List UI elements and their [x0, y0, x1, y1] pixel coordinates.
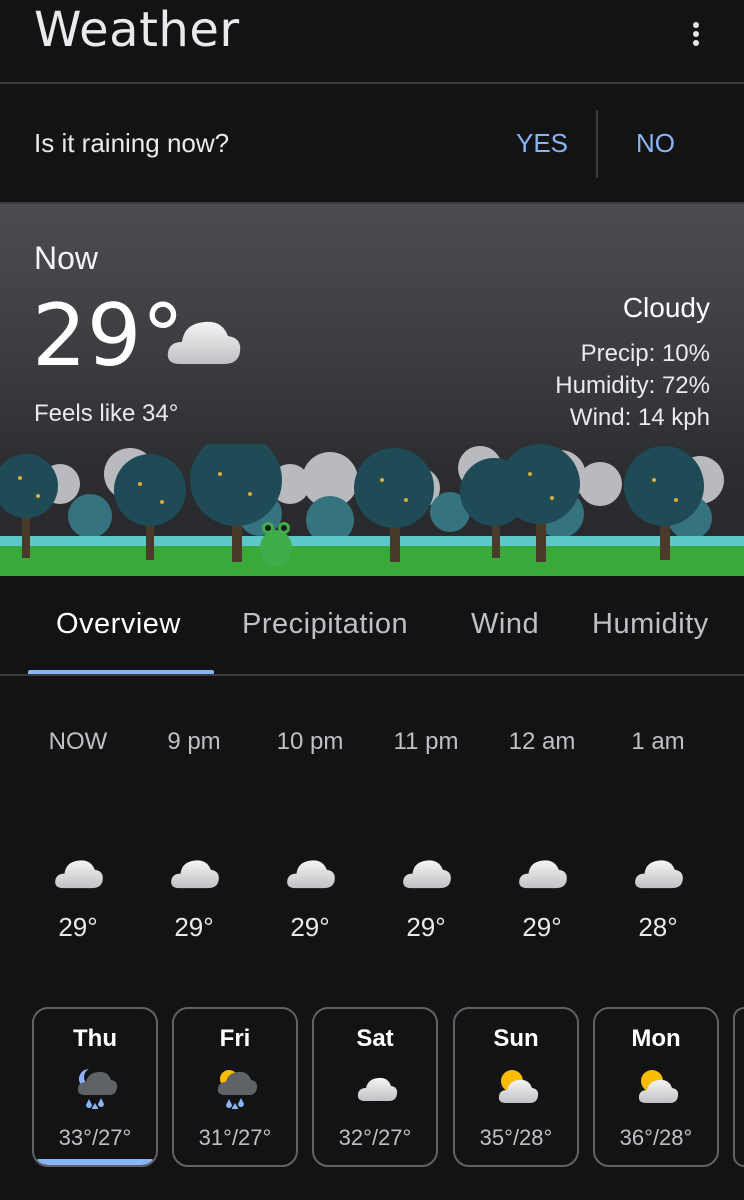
rain-question: Is it raining now?: [34, 128, 230, 158]
condition-text: Cloudy: [622, 292, 710, 323]
cloudy-icon: [355, 1065, 399, 1114]
hour-time: NOW: [48, 728, 108, 755]
tab-precipitation[interactable]: Precipitation: [242, 608, 408, 641]
hour-time: 9 pm: [167, 728, 221, 755]
day-name: Sun: [493, 1025, 539, 1052]
partly-sunny-icon: [496, 1065, 540, 1114]
partly-sunny-rain-icon: [215, 1065, 259, 1114]
cloudy-icon: [170, 855, 220, 896]
cloudy-icon: [402, 855, 452, 896]
cloudy-icon: [634, 855, 684, 896]
divider: [596, 110, 598, 178]
day-temp-range: 35°/28°: [479, 1125, 553, 1150]
hour-temp: 28°: [638, 912, 678, 942]
hour-time: 1 am: [631, 728, 685, 755]
feels-like: Feels like 34°: [34, 400, 179, 427]
day-card-sun[interactable]: Sun 35°/28°: [453, 1007, 579, 1167]
more-options-icon[interactable]: [686, 22, 706, 52]
cloudy-icon: [518, 855, 568, 896]
app-title: Weather: [34, 2, 240, 58]
hour-temp: 29°: [58, 912, 98, 942]
day-name: Fri: [219, 1025, 251, 1052]
weather-scene-illustration: [0, 444, 744, 576]
hour-temp: 29°: [406, 912, 446, 942]
tab-overview[interactable]: Overview: [56, 608, 181, 641]
wind-stat: Wind: 14 kph: [569, 404, 710, 431]
tab-humidity[interactable]: Humidity: [592, 608, 709, 641]
day-name: Thu: [73, 1025, 117, 1052]
day-temp-range: 36°/28°: [619, 1125, 693, 1150]
rain-report-bar: Is it raining now? YES NO: [0, 84, 744, 204]
hour-temp: 29°: [174, 912, 214, 942]
day-card-mon[interactable]: Mon 36°/28°: [593, 1007, 719, 1167]
day-temp-range: 31°/27°: [198, 1125, 272, 1150]
app-header: Weather: [0, 0, 744, 84]
day-card-sat[interactable]: Sat 32°/27°: [312, 1007, 438, 1167]
night-rain-icon: [75, 1065, 119, 1114]
hour-time: 10 pm: [276, 728, 344, 755]
humidity-stat: Humidity: 72%: [555, 372, 710, 399]
day-temp-range: 33°/27°: [58, 1125, 132, 1150]
precip-stat: Precip: 10%: [580, 340, 710, 367]
active-tab-indicator: [28, 670, 214, 674]
cloudy-icon: [286, 855, 336, 896]
cloudy-icon: [54, 855, 104, 896]
hour-temp: 29°: [290, 912, 330, 942]
selected-day-indicator: [36, 1159, 154, 1165]
rain-yes-button[interactable]: YES: [516, 128, 568, 159]
current-temperature: 29°: [32, 286, 185, 386]
day-card-next-partial[interactable]: [733, 1007, 744, 1167]
day-card-fri[interactable]: Fri 31°/27°: [172, 1007, 298, 1167]
day-temp-range: 32°/27°: [338, 1125, 412, 1150]
now-label: Now: [34, 240, 99, 276]
current-conditions-panel: Now 29° Feels like 34° Cloudy Precip: 10…: [0, 204, 744, 576]
hour-time: 12 am: [508, 728, 576, 755]
hour-time: 11 pm: [393, 728, 459, 755]
tab-bar: Overview Precipitation Wind Humidity: [0, 576, 744, 676]
hour-temp: 29°: [522, 912, 562, 942]
tab-wind[interactable]: Wind: [471, 608, 539, 641]
day-card-thu[interactable]: Thu 33°/27°: [32, 1007, 158, 1167]
day-name: Sat: [356, 1025, 394, 1052]
day-name: Mon: [631, 1025, 681, 1052]
cloudy-icon: [166, 314, 242, 373]
partly-sunny-icon: [636, 1065, 680, 1114]
rain-no-button[interactable]: NO: [636, 128, 675, 159]
